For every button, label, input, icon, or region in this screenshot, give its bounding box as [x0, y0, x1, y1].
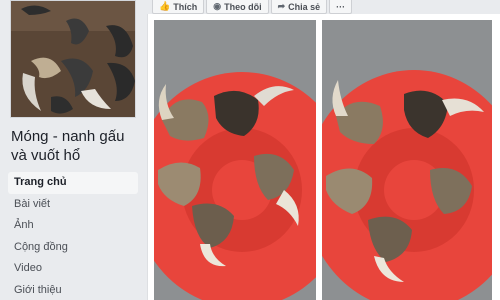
nav-item-posts[interactable]: Bài viết — [8, 194, 138, 216]
page-action-bar: 👍 Thích ◉ Theo dõi ➦ Chia sẻ ··· — [152, 0, 353, 14]
nav-item-about[interactable]: Giới thiệu — [8, 280, 138, 300]
share-button[interactable]: ➦ Chia sẻ — [270, 0, 328, 14]
page-nav: Trang chủ Bài viết Ảnh Cộng đồng Video G… — [8, 172, 138, 300]
claws-photo-thumbnail — [11, 1, 135, 117]
nav-item-photos[interactable]: Ảnh — [8, 215, 138, 237]
rss-icon: ◉ — [213, 1, 222, 11]
post-photo-2[interactable] — [322, 20, 492, 300]
post-photo-1[interactable] — [154, 20, 316, 300]
claws-on-red-plate-photo — [322, 20, 492, 300]
left-column: Móng - nanh gấu và vuốt hổ Trang chủ Bài… — [0, 0, 146, 300]
claws-on-red-plate-photo — [154, 20, 316, 300]
post-card — [147, 14, 500, 300]
like-label: Thích — [173, 1, 198, 12]
nav-item-home[interactable]: Trang chủ — [8, 172, 138, 194]
follow-label: Theo dõi — [224, 1, 262, 12]
more-options-button[interactable]: ··· — [329, 0, 353, 14]
page-title: Móng - nanh gấu và vuốt hổ — [11, 128, 125, 164]
share-label: Chia sẻ — [288, 1, 321, 12]
thumbs-up-icon: 👍 — [159, 1, 171, 11]
nav-item-community[interactable]: Cộng đồng — [8, 237, 138, 259]
nav-item-videos[interactable]: Video — [8, 258, 138, 280]
follow-button[interactable]: ◉ Theo dõi — [206, 0, 269, 14]
like-button[interactable]: 👍 Thích — [152, 0, 205, 14]
more-label: ··· — [336, 1, 346, 12]
profile-picture[interactable] — [10, 0, 136, 118]
share-arrow-icon: ➦ — [277, 1, 286, 11]
